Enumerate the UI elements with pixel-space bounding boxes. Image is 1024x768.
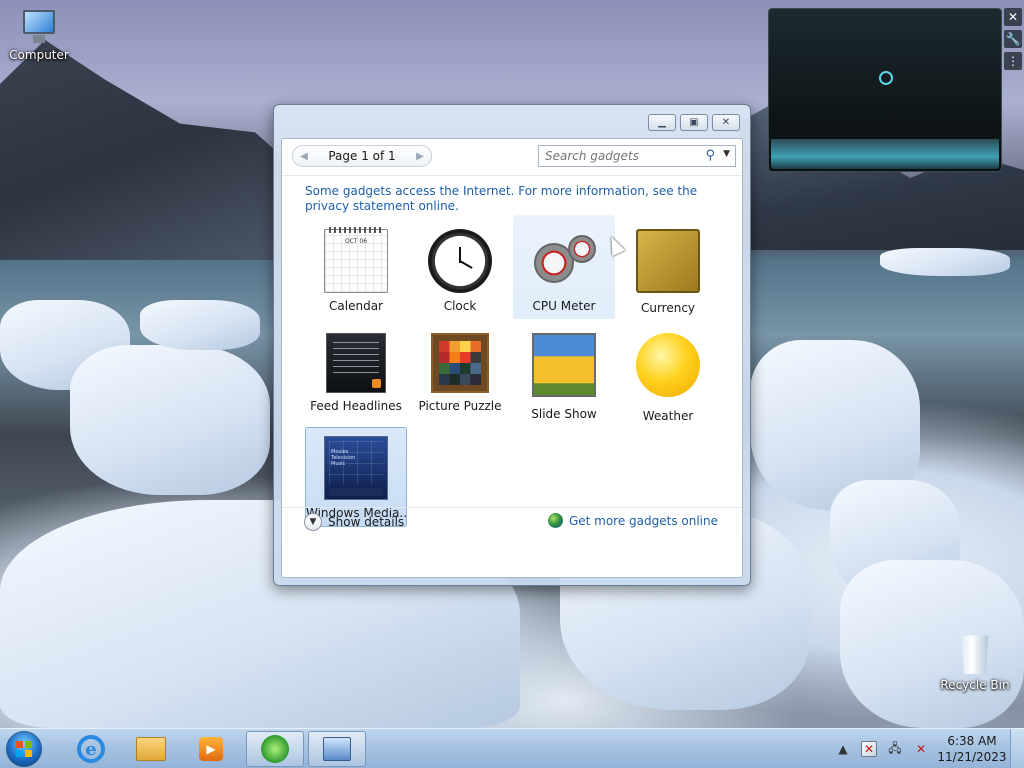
gadget-tile-cpu-meter[interactable]: CPU Meter — [513, 215, 615, 319]
taskbar-windows-app[interactable] — [246, 731, 304, 767]
close-icon: ✕ — [721, 117, 731, 128]
gadget-tile-calendar[interactable]: OCT 06 Calendar — [305, 219, 407, 319]
divider — [282, 175, 742, 176]
windows-logo-icon — [16, 741, 32, 757]
gadget-gallery-window: ▁ ▣ ✕ ◀ Page 1 of 1 ▶ ⚲ ▼ Some gadgets a… — [273, 104, 751, 586]
desktop-gadget[interactable] — [768, 8, 1002, 172]
search-icon[interactable]: ⚲ — [705, 148, 715, 163]
gadget-tile-weather[interactable]: Weather — [617, 323, 719, 423]
show-hidden-icons-icon[interactable]: ▲ — [835, 741, 851, 757]
calendar-month-label: OCT 06 — [344, 238, 368, 245]
ice-block — [70, 345, 270, 495]
page-navigator: ◀ Page 1 of 1 ▶ — [292, 145, 432, 167]
internet-explorer-icon: e — [77, 735, 105, 763]
clock-date: 11/21/2023 — [937, 750, 1007, 764]
gadget-label: Picture Puzzle — [418, 399, 502, 413]
gadget-tile-clock[interactable]: Clock — [409, 219, 511, 319]
ice-block — [140, 300, 260, 350]
desktop-icon-recycle-bin[interactable]: Recycle Bin — [938, 632, 1012, 692]
gadget-tile-feed-headlines[interactable]: Feed Headlines — [305, 323, 407, 423]
volume-muted-icon[interactable]: ✕ — [913, 741, 929, 757]
picture-puzzle-gadget-icon — [431, 333, 489, 393]
start-button[interactable] — [6, 731, 42, 767]
gadgets-app-icon — [323, 737, 351, 761]
gadget-tile-slide-show[interactable]: Slide Show — [513, 323, 615, 423]
gadget-glow-bar — [771, 139, 999, 169]
restore-button[interactable]: ▣ — [680, 114, 708, 131]
divider — [282, 507, 742, 508]
gadget-label: Calendar — [329, 299, 383, 313]
gadget-label: Slide Show — [531, 407, 597, 421]
media-menu-music: Music — [331, 461, 346, 467]
clock-time: 6:38 AM — [947, 734, 997, 748]
desktop-icon-label: Computer — [9, 48, 69, 62]
network-icon[interactable]: 🖧 — [887, 741, 903, 757]
file-explorer-icon — [136, 737, 166, 761]
windows-logo-app-icon — [261, 735, 289, 763]
restore-icon: ▣ — [689, 117, 699, 128]
calendar-gadget-icon: OCT 06 — [324, 227, 388, 293]
clock-gadget-icon — [428, 229, 492, 293]
close-button[interactable]: ✕ — [712, 114, 740, 131]
drag-handle-icon[interactable]: ⋮ — [1004, 52, 1022, 70]
minimize-icon: ▁ — [658, 117, 666, 128]
desktop-icon-label: Recycle Bin — [940, 678, 1010, 692]
page-label: Page 1 of 1 — [328, 149, 396, 163]
ice-block — [880, 248, 1010, 276]
show-details-button[interactable]: ▼ Show details — [304, 513, 404, 531]
media-player-icon: ▶ — [199, 737, 223, 761]
desktop-icon-computer[interactable]: Computer — [2, 10, 76, 62]
gadget-tile-windows-media-center[interactable]: Movies Television Music Windows Media... — [305, 427, 407, 527]
currency-gadget-icon — [636, 229, 700, 293]
show-desktop-button[interactable] — [1010, 729, 1024, 768]
privacy-notice-link[interactable]: Some gadgets access the Internet. For mo… — [305, 184, 715, 214]
globe-icon — [547, 513, 563, 528]
slide-show-gadget-icon — [532, 333, 596, 397]
wrench-icon[interactable]: 🔧 — [1004, 30, 1022, 48]
action-center-icon[interactable]: ✕ — [861, 741, 877, 757]
loading-spinner-icon — [879, 71, 893, 85]
taskbar-internet-explorer[interactable]: e — [62, 731, 120, 767]
windows-media-center-gadget-icon: Movies Television Music — [324, 436, 388, 500]
taskbar: e ▶ ▲ ✕ 🖧 ✕ 6:38 AM 11/21/2023 — [0, 728, 1024, 768]
feed-headlines-gadget-icon — [326, 333, 386, 393]
taskbar-gadgets[interactable] — [308, 731, 366, 767]
get-more-gadgets-link[interactable]: Get more gadgets online — [547, 513, 718, 528]
gadget-label: CPU Meter — [532, 299, 596, 313]
gadget-label: Feed Headlines — [310, 399, 402, 413]
get-more-label: Get more gadgets online — [568, 513, 718, 528]
computer-icon — [19, 10, 59, 44]
gadget-label: Currency — [640, 301, 696, 315]
system-tray: ▲ ✕ 🖧 ✕ 6:38 AM 11/21/2023 — [830, 729, 1024, 768]
chevron-down-icon[interactable]: ▼ — [723, 149, 730, 159]
chevron-down-icon: ▼ — [304, 513, 322, 531]
next-page-icon[interactable]: ▶ — [413, 151, 427, 162]
taskbar-file-explorer[interactable] — [122, 731, 180, 767]
previous-page-icon[interactable]: ◀ — [297, 151, 311, 162]
minimize-button[interactable]: ▁ — [648, 114, 676, 131]
close-icon[interactable]: ✕ — [1004, 8, 1022, 26]
taskbar-media-player[interactable]: ▶ — [182, 731, 240, 767]
search-input[interactable] — [545, 149, 695, 163]
mountain-left — [0, 40, 300, 260]
search-box[interactable]: ⚲ ▼ — [538, 145, 736, 167]
window-controls: ▁ ▣ ✕ — [648, 114, 740, 131]
gadget-toolbar: ✕ 🔧 ⋮ — [1004, 8, 1022, 70]
taskbar-clock[interactable]: 6:38 AM 11/21/2023 — [934, 733, 1010, 765]
gadget-tile-picture-puzzle[interactable]: Picture Puzzle — [409, 323, 511, 423]
show-details-label: Show details — [328, 515, 405, 529]
gadget-tile-currency[interactable]: Currency — [617, 219, 719, 319]
gadget-gallery-panel: ◀ Page 1 of 1 ▶ ⚲ ▼ Some gadgets access … — [281, 138, 743, 578]
gadget-label: Weather — [642, 409, 694, 423]
recycle-bin-icon — [961, 635, 989, 674]
gadget-label: Clock — [443, 299, 477, 313]
cpu-meter-gadget-icon — [532, 229, 596, 293]
weather-gadget-icon — [636, 333, 700, 397]
